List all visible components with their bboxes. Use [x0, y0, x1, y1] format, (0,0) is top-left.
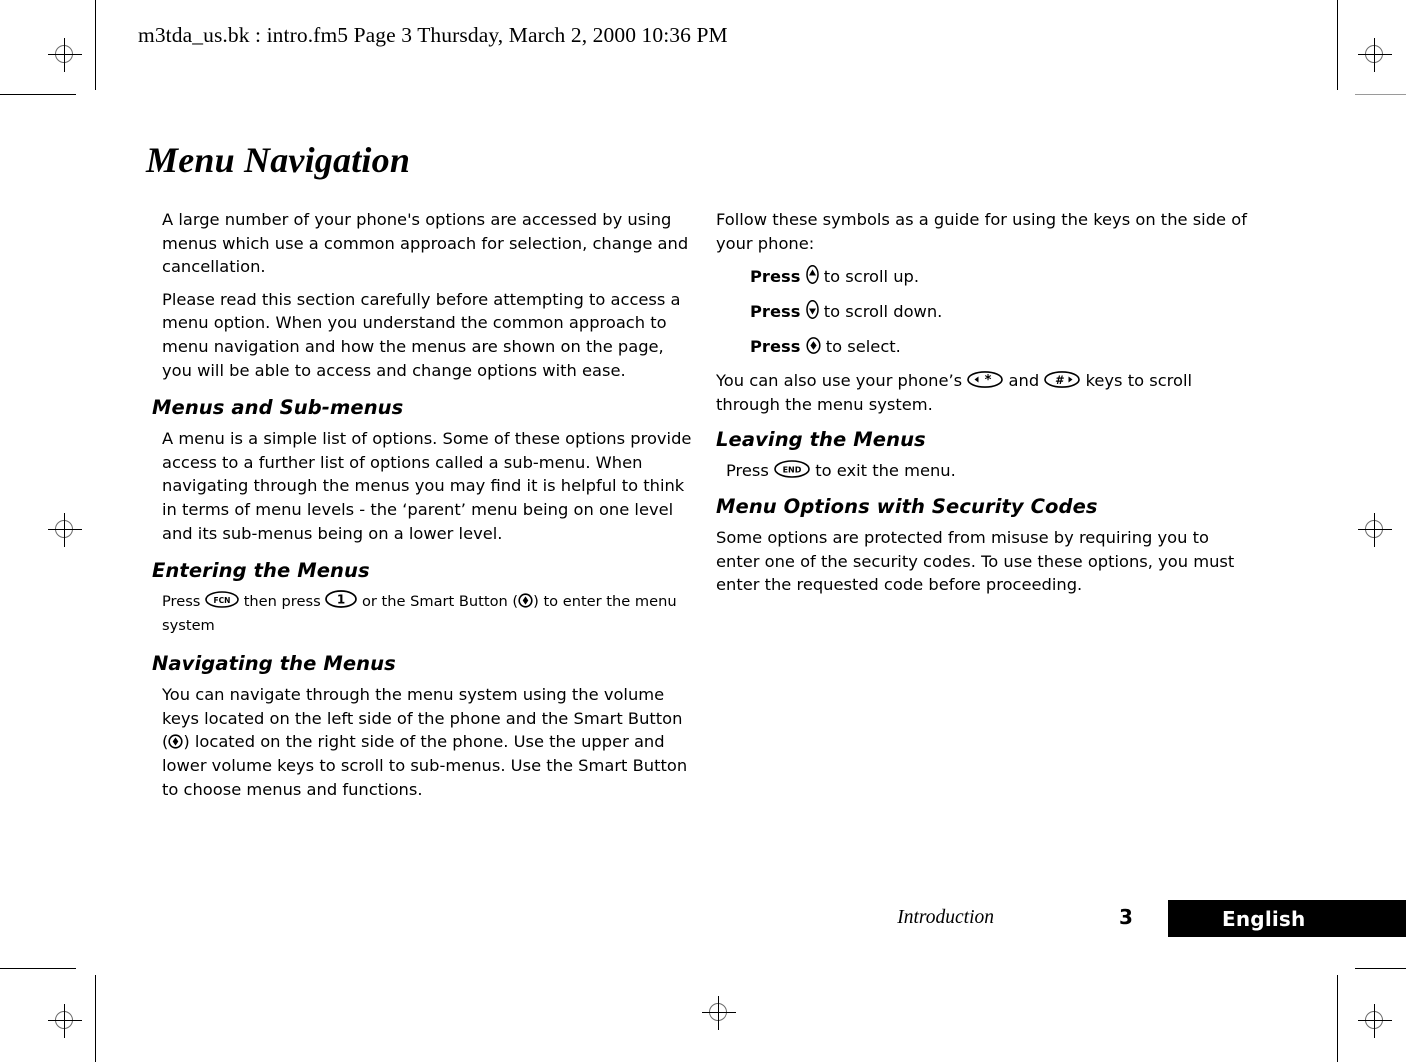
- and-word: and: [1008, 371, 1040, 391]
- press-word: Press: [162, 593, 201, 611]
- section-paragraph-menus-and-sub-menus: A menu is a simple list of options. Some…: [162, 429, 692, 543]
- section-heading-menu-options-with-security-codes: Menu Options with Security Codes: [716, 494, 1098, 518]
- crop-mark-bottom-right-horizontal: [1355, 968, 1406, 969]
- section-heading-leaving-the-menus: Leaving the Menus: [716, 428, 926, 452]
- crop-mark-top-right-horizontal: [1355, 94, 1406, 95]
- registration-hline: [1358, 529, 1392, 530]
- registration-mark-bottom-left: [48, 1004, 82, 1038]
- also-use-text-part-1: You can also use your phone’s: [716, 371, 963, 391]
- registration-hline: [48, 54, 82, 55]
- star-pound-keys-paragraph: You can also use your phone’s * and # ke…: [716, 369, 1256, 416]
- registration-ring: [1365, 1011, 1383, 1029]
- press-word: Press: [726, 461, 769, 481]
- svg-text:*: *: [985, 373, 992, 388]
- registration-hline: [1358, 54, 1392, 55]
- registration-mark-bottom-center: [702, 996, 736, 1030]
- or-smart-button-text: or the Smart Button (: [361, 593, 519, 611]
- crop-mark-top-right-vertical: [1337, 0, 1338, 90]
- smart-button-key-icon: [518, 593, 533, 608]
- entering-the-menus-instruction: Press FCN then press 1 or the Smart Butt…: [162, 590, 692, 638]
- then-press-word: then press: [243, 593, 321, 611]
- registration-vline: [1374, 513, 1375, 547]
- section-heading-menus-and-sub-menus: Menus and Sub-menus: [152, 396, 404, 420]
- navigating-text-part-2: ) located on the right side of the phone…: [162, 732, 688, 799]
- crop-mark-top-left-vertical: [95, 0, 96, 90]
- press-instruction-scroll-down: Press to scroll down.: [750, 299, 1256, 325]
- press-word: Press: [750, 302, 801, 322]
- press-action-text: to select.: [825, 337, 901, 357]
- svg-text:#: #: [1055, 373, 1064, 387]
- press-word: Press: [750, 267, 801, 287]
- smart-button-key-icon: [168, 734, 183, 749]
- registration-hline: [48, 1020, 82, 1021]
- registration-mark-mid-left: [48, 513, 82, 547]
- star-key-icon: *: [967, 371, 1004, 388]
- registration-ring: [55, 1011, 73, 1029]
- leaving-the-menus-instruction: Press END to exit the menu.: [726, 459, 1256, 483]
- registration-ring: [709, 1003, 727, 1021]
- fcn-key-icon: FCN: [205, 591, 239, 608]
- press-instruction-select: Press to select.: [750, 334, 1256, 360]
- security-codes-paragraph: Some options are protected from misuse b…: [716, 527, 1235, 595]
- left-column: A large number of your phone's options a…: [152, 208, 692, 810]
- registration-vline: [64, 38, 65, 72]
- footer-language-label: English: [1222, 907, 1306, 931]
- registration-mark-mid-right: [1358, 513, 1392, 547]
- svg-text:1: 1: [337, 593, 345, 607]
- registration-ring: [55, 45, 73, 63]
- registration-vline: [718, 996, 719, 1030]
- footer-page-number: 3: [1119, 905, 1133, 929]
- section-paragraph-navigating-the-menus: You can navigate through the menu system…: [162, 683, 692, 801]
- page-title: Menu Navigation: [146, 140, 411, 180]
- pound-key-icon: #: [1044, 371, 1081, 389]
- one-key-icon: 1: [325, 590, 358, 608]
- registration-ring: [1365, 45, 1383, 63]
- document-running-header: m3tda_us.bk : intro.fm5 Page 3 Thursday,…: [138, 23, 728, 47]
- right-column: Follow these symbols as a guide for usin…: [716, 208, 1256, 606]
- footer-chapter-name: Introduction: [897, 907, 994, 928]
- registration-vline: [1374, 38, 1375, 72]
- press-action-text: to scroll up.: [823, 267, 920, 287]
- registration-mark-top-left: [48, 38, 82, 72]
- registration-hline: [1358, 1020, 1392, 1021]
- leaving-tail-text: to exit the menu.: [815, 461, 956, 481]
- end-key-icon: END: [774, 460, 810, 479]
- volume-down-key-icon: [805, 300, 819, 320]
- registration-mark-bottom-right: [1358, 1004, 1392, 1038]
- section-heading-entering-the-menus: Entering the Menus: [152, 559, 370, 583]
- svg-text:FCN: FCN: [214, 596, 231, 605]
- registration-hline: [48, 529, 82, 530]
- volume-up-key-icon: [805, 265, 819, 285]
- press-instruction-scroll-up: Press to scroll up.: [750, 264, 1256, 290]
- registration-vline: [64, 1004, 65, 1038]
- intro-paragraph-1: A large number of your phone's options a…: [162, 210, 689, 277]
- intro-paragraph-2: Please read this section carefully befor…: [162, 289, 681, 380]
- registration-ring: [55, 520, 73, 538]
- section-heading-navigating-the-menus: Navigating the Menus: [152, 652, 396, 676]
- registration-vline: [64, 513, 65, 547]
- smart-button-key-icon: [806, 337, 821, 355]
- press-action-text: to scroll down.: [823, 302, 943, 322]
- crop-mark-bottom-right-vertical: [1337, 975, 1338, 1062]
- press-word: Press: [750, 337, 801, 357]
- crop-mark-bottom-left-horizontal: [0, 968, 76, 969]
- crop-mark-bottom-left-vertical: [95, 975, 96, 1062]
- registration-vline: [1374, 1004, 1375, 1038]
- registration-ring: [1365, 520, 1383, 538]
- crop-mark-top-left-horizontal: [0, 94, 76, 95]
- page-footer: Introduction 3 English: [0, 900, 1406, 940]
- registration-mark-top-right: [1358, 38, 1392, 72]
- registration-hline: [702, 1012, 736, 1013]
- symbols-guide-paragraph: Follow these symbols as a guide for usin…: [716, 210, 1247, 253]
- svg-text:END: END: [783, 466, 802, 475]
